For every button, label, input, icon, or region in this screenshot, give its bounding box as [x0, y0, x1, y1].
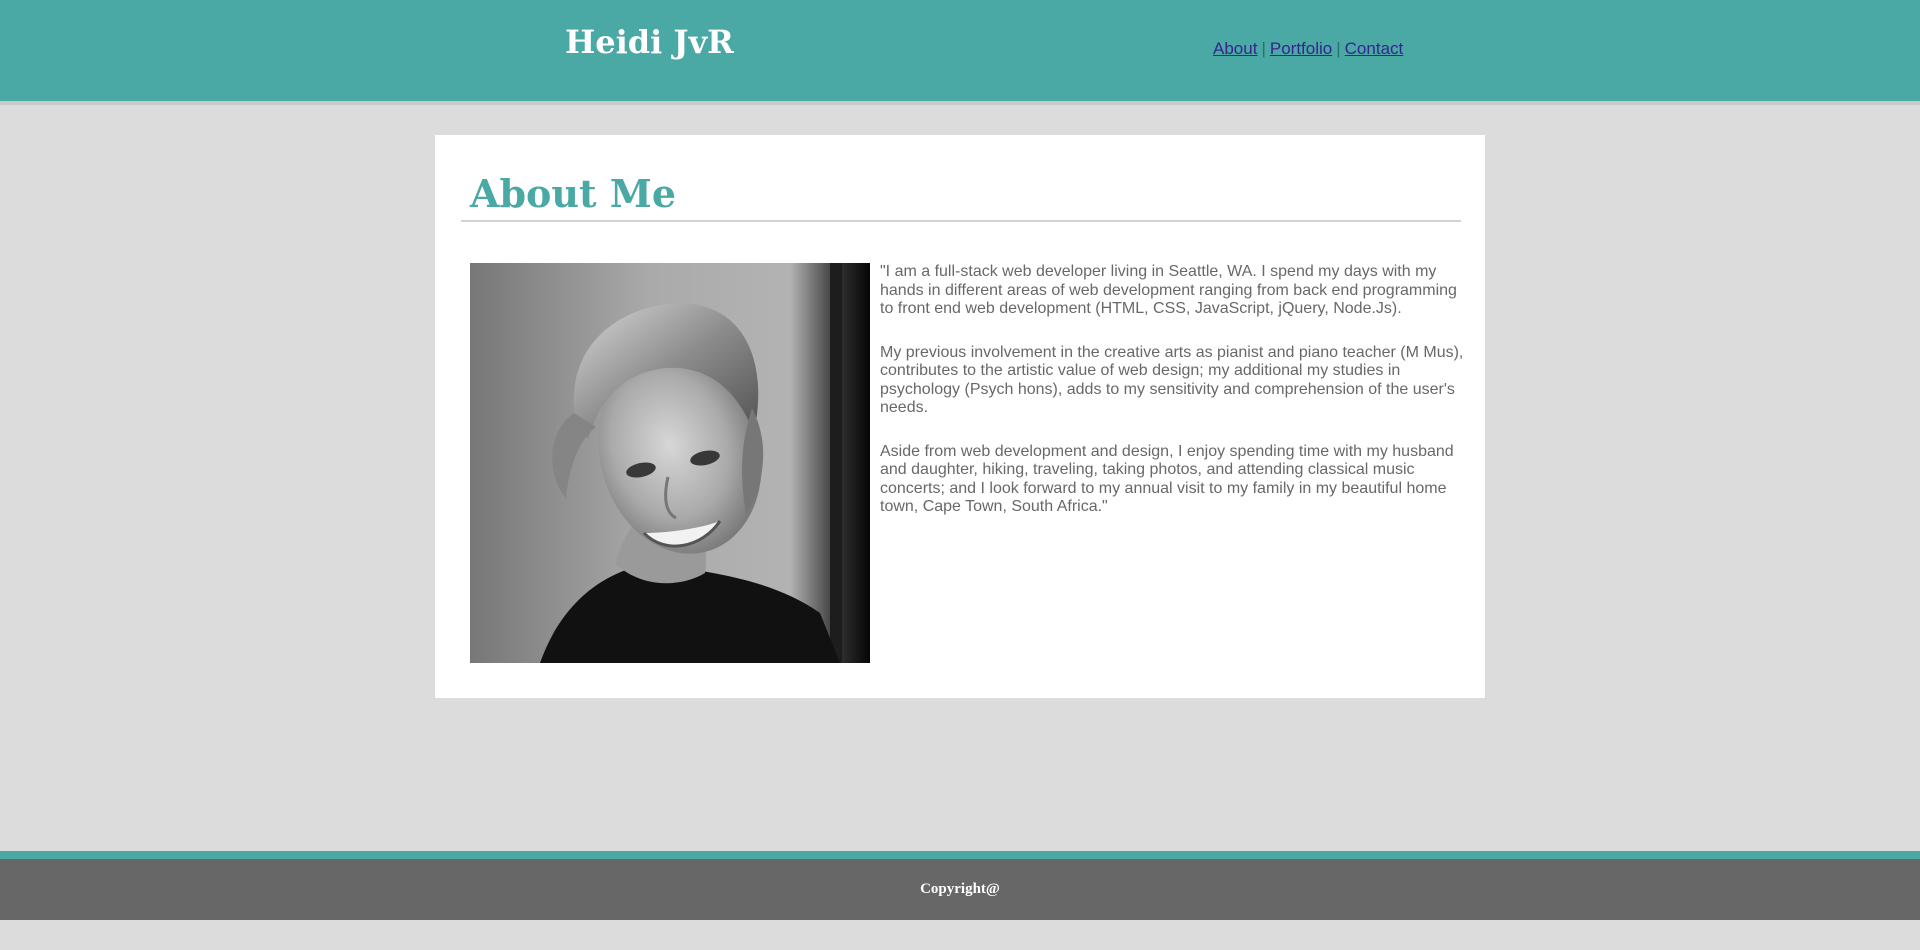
bio-paragraph: Aside from web development and design, I… — [880, 442, 1454, 516]
copyright-text: Copyright@ — [920, 881, 1000, 897]
site-footer: Copyright@ — [0, 859, 1920, 920]
about-card: About Me "I am a full-stack web develope… — [435, 135, 1485, 698]
footer-accent-stripe — [0, 851, 1920, 859]
portrait-photo — [470, 263, 870, 663]
nav-separator: | — [1336, 39, 1341, 58]
site-title: Heidi JvR — [565, 23, 734, 61]
nav-link-about[interactable]: About — [1213, 39, 1257, 58]
bio-paragraph: "I am a full-stack web developer living … — [880, 263, 1457, 317]
bio-paragraph: My previous involvement in the creative … — [880, 343, 1464, 417]
nav-link-portfolio[interactable]: Portfolio — [1270, 39, 1332, 58]
page-title: About Me — [470, 171, 677, 216]
nav-separator: | — [1261, 39, 1266, 58]
portrait-image — [470, 263, 870, 663]
title-divider — [461, 220, 1461, 222]
site-header: Heidi JvR About | Portfolio | Contact — [0, 0, 1920, 105]
about-bio: "I am a full-stack web developer living … — [880, 263, 1465, 542]
nav-link-contact[interactable]: Contact — [1345, 39, 1404, 58]
main-navigation: About | Portfolio | Contact — [1213, 38, 1403, 60]
